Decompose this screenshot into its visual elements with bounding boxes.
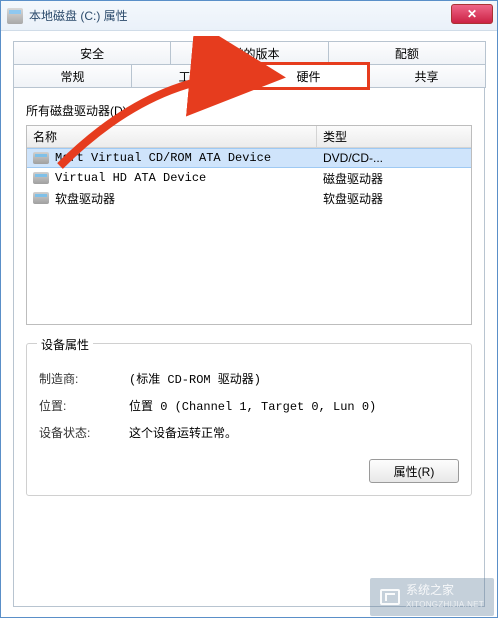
status-value: 这个设备运转正常。 [129, 424, 459, 441]
hardware-panel: 所有磁盘驱动器(D): 名称 类型 Msft Virtual CD/ROM AT… [13, 87, 485, 607]
list-item[interactable]: 软盘驱动器 软盘驱动器 [27, 188, 471, 208]
tab-tools[interactable]: 工具 [131, 64, 250, 88]
list-item[interactable]: Virtual HD ATA Device 磁盘驱动器 [27, 168, 471, 188]
tab-sharing[interactable]: 共享 [367, 64, 486, 88]
column-type[interactable]: 类型 [317, 126, 471, 147]
tab-quota[interactable]: 配额 [328, 41, 486, 65]
watermark-subtext: XITONGZHIJIA.NET [406, 600, 484, 609]
device-name: Virtual HD ATA Device [55, 171, 206, 185]
tab-security[interactable]: 安全 [13, 41, 171, 65]
device-type: DVD/CD-... [317, 148, 471, 168]
location-label: 位置: [39, 397, 129, 414]
watermark: 系统之家 XITONGZHIJIA.NET [370, 578, 494, 616]
column-name[interactable]: 名称 [27, 126, 317, 147]
drive-list[interactable]: 名称 类型 Msft Virtual CD/ROM ATA Device DVD… [26, 125, 472, 325]
properties-button[interactable]: 属性(R) [369, 459, 459, 483]
titlebar[interactable]: 本地磁盘 (C:) 属性 ✕ [1, 1, 497, 31]
location-value: 位置 0 (Channel 1, Target 0, Lun 0) [129, 397, 459, 414]
device-properties-group: 设备属性 制造商: (标准 CD-ROM 驱动器) 位置: 位置 0 (Chan… [26, 343, 472, 496]
watermark-logo-icon [380, 589, 400, 605]
window-title: 本地磁盘 (C:) 属性 [29, 7, 128, 24]
list-item[interactable]: Msft Virtual CD/ROM ATA Device DVD/CD-..… [27, 148, 471, 168]
cdrom-icon [33, 152, 49, 164]
device-name: 软盘驱动器 [55, 190, 115, 207]
dialog-body: 安全 以前的版本 配额 常规 工具 硬件 共享 所有磁盘驱动器(D): 名称 类… [1, 31, 497, 619]
group-legend: 设备属性 [37, 336, 93, 353]
watermark-text: 系统之家 [406, 583, 454, 597]
device-type: 软盘驱动器 [317, 188, 471, 208]
close-button[interactable]: ✕ [451, 4, 493, 24]
manufacturer-value: (标准 CD-ROM 驱动器) [129, 370, 459, 387]
device-name: Msft Virtual CD/ROM ATA Device [55, 151, 271, 165]
status-label: 设备状态: [39, 424, 129, 441]
hdd-icon [33, 172, 49, 184]
tab-hardware[interactable]: 硬件 [249, 64, 368, 88]
all-drives-label: 所有磁盘驱动器(D): [26, 102, 472, 119]
list-header: 名称 类型 [27, 126, 471, 148]
device-type: 磁盘驱动器 [317, 168, 471, 188]
properties-dialog: 本地磁盘 (C:) 属性 ✕ 安全 以前的版本 配额 常规 工具 硬件 共享 所… [0, 0, 498, 618]
tab-previous-versions[interactable]: 以前的版本 [170, 41, 328, 65]
tab-strip: 安全 以前的版本 配额 常规 工具 硬件 共享 所有磁盘驱动器(D): 名称 类… [13, 41, 485, 607]
manufacturer-label: 制造商: [39, 370, 129, 387]
tab-general[interactable]: 常规 [13, 64, 132, 88]
drive-icon [7, 8, 23, 24]
floppy-icon [33, 192, 49, 204]
